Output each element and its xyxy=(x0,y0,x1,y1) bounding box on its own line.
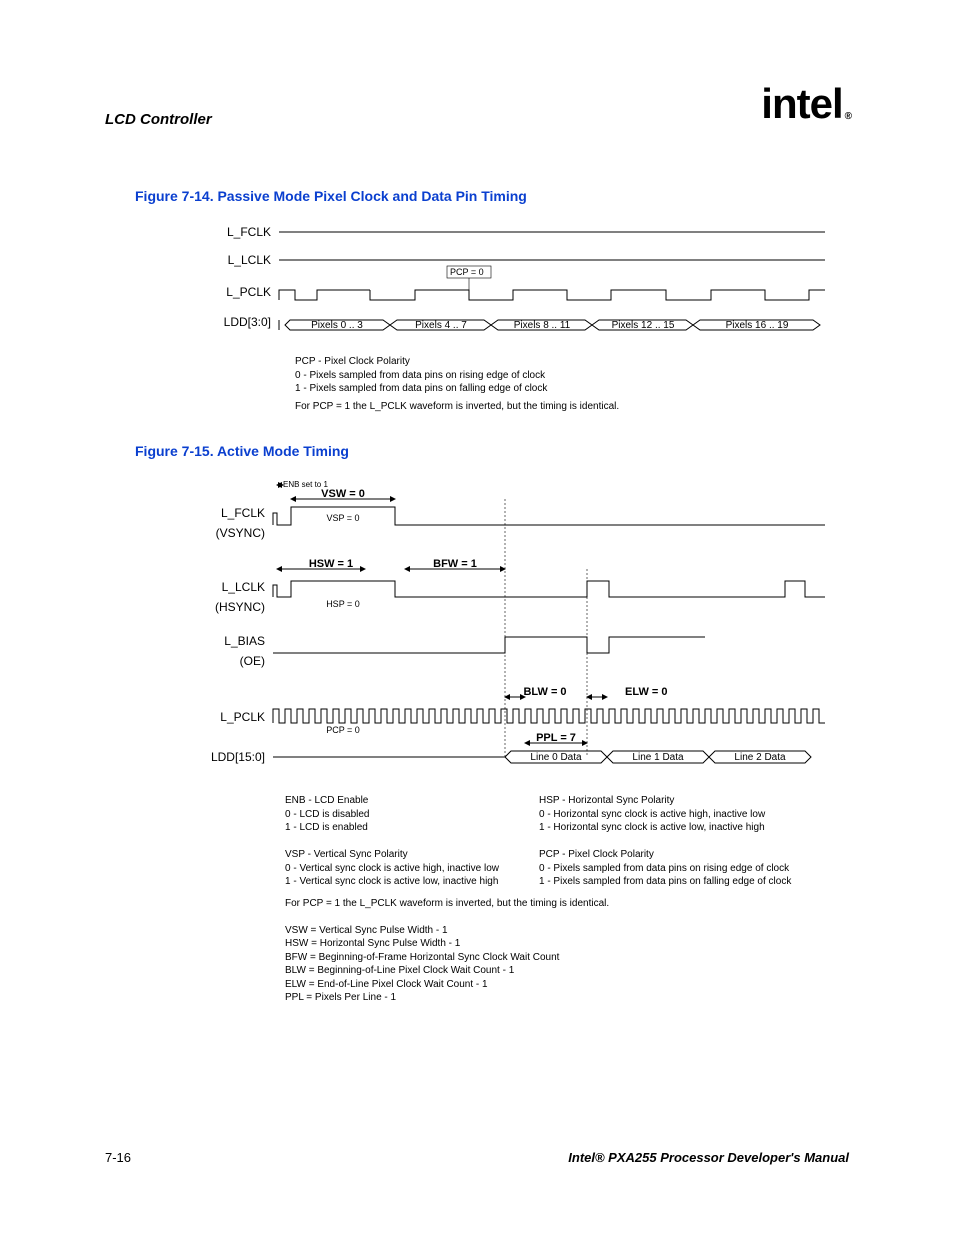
fig15-ll-0: ENB - LCD Enable xyxy=(285,794,499,808)
fig15-lr-5: 0 - Pixels sampled from data pins on ris… xyxy=(539,862,791,876)
fig15-lr-1: 0 - Horizontal sync clock is active high… xyxy=(539,808,791,822)
fig15-lr-0: HSP - Horizontal Sync Polarity xyxy=(539,794,791,808)
fig15-lb-6: ELW = End-of-Line Pixel Clock Wait Count… xyxy=(285,978,849,992)
figure-15-caption: Figure 7-15. Active Mode Timing xyxy=(135,443,849,459)
fig15-blw: BLW = 0 xyxy=(523,686,566,698)
fig15-ppl: PPL = 7 xyxy=(536,732,576,744)
fig14-legend-2: 1 - Pixels sampled from data pins on fal… xyxy=(295,382,849,396)
page-footer: 7-16 Intel® PXA255 Processor Developer's… xyxy=(105,1150,849,1165)
fig14-cell-4: Pixels 16 .. 19 xyxy=(726,320,789,331)
fig14-cell-2: Pixels 8 .. 11 xyxy=(514,320,571,331)
fig15-elw: ELW = 0 xyxy=(625,686,668,698)
fig15-legend-left-col: ENB - LCD Enable 0 - LCD is disabled 1 -… xyxy=(285,794,499,889)
fig15-vsp: VSP = 0 xyxy=(326,513,359,523)
fig15-lb-7: PPL = Pixels Per Line - 1 xyxy=(285,991,849,1005)
fig15-lb-4: BFW = Beginning-of-Frame Horizontal Sync… xyxy=(285,951,849,965)
fig15-lb-1 xyxy=(285,910,849,924)
fig15-svg: ENB set to 1 VSW = 0 L_FCLK (VSYNC) VSP … xyxy=(205,477,825,777)
fig15-legend-right-col: HSP - Horizontal Sync Polarity 0 - Horiz… xyxy=(539,794,791,889)
fig15-ll-1: 0 - LCD is disabled xyxy=(285,808,499,822)
fig15-lr-3 xyxy=(539,835,791,849)
fig14-legend-1: 0 - Pixels sampled from data pins on ris… xyxy=(295,369,849,383)
fig15-cell-2: Line 2 Data xyxy=(734,752,786,763)
fig15-hsp: HSP = 0 xyxy=(326,599,360,609)
fig15-ll-6: 1 - Vertical sync clock is active low, i… xyxy=(285,875,499,889)
fig15-cell-0: Line 0 Data xyxy=(530,752,582,763)
fig15-lb-3: HSW = Horizontal Sync Pulse Width - 1 xyxy=(285,937,849,951)
fig15-cell-1: Line 1 Data xyxy=(632,752,684,763)
fig15-fclk-label: L_FCLK xyxy=(221,506,265,520)
fig14-pclk-label: L_PCLK xyxy=(226,285,271,299)
fig15-vsw: VSW = 0 xyxy=(321,488,365,500)
fig15-ll-4: VSP - Vertical Sync Polarity xyxy=(285,848,499,862)
fig14-legend-0: PCP - Pixel Clock Polarity xyxy=(295,355,849,369)
fig15-pclk-label: L_PCLK xyxy=(220,710,265,724)
fig14-legend-3: For PCP = 1 the L_PCLK waveform is inver… xyxy=(295,400,849,414)
fig15-bfw: BFW = 1 xyxy=(433,558,477,570)
fig15-ldd-label: LDD[15:0] xyxy=(211,750,265,764)
page-header: LCD Controller intel® xyxy=(105,80,849,128)
fig14-ldd-label: LDD[3:0] xyxy=(224,315,271,329)
fig14-svg: L_FCLK L_LCLK PCP = 0 L_PCLK LDD[3:0] xyxy=(215,222,825,342)
logo-text: intel xyxy=(761,80,842,127)
fig14-cell-0: Pixels 0 .. 3 xyxy=(311,320,363,331)
fig14-fclk-label: L_FCLK xyxy=(227,225,271,239)
fig14-lclk-label: L_LCLK xyxy=(228,253,271,267)
footer-page-number: 7-16 xyxy=(105,1150,131,1165)
intel-logo: intel® xyxy=(761,80,849,128)
fig15-ll-2: 1 - LCD is enabled xyxy=(285,821,499,835)
figure-15-diagram: ENB set to 1 VSW = 0 L_FCLK (VSYNC) VSP … xyxy=(205,477,849,780)
page: LCD Controller intel® Figure 7-14. Passi… xyxy=(0,0,954,1235)
fig15-lb-5: BLW = Beginning-of-Line Pixel Clock Wait… xyxy=(285,964,849,978)
logo-registered: ® xyxy=(845,111,851,122)
figure-14-diagram: L_FCLK L_LCLK PCP = 0 L_PCLK LDD[3:0] xyxy=(215,222,849,345)
fig15-hsw: HSW = 1 xyxy=(309,558,353,570)
fig15-lr-2: 1 - Horizontal sync clock is active low,… xyxy=(539,821,791,835)
section-title: LCD Controller xyxy=(105,111,212,128)
fig14-cell-1: Pixels 4 .. 7 xyxy=(415,320,467,331)
footer-manual-title: Intel® PXA255 Processor Developer's Manu… xyxy=(568,1150,849,1165)
fig14-cell-3: Pixels 12 .. 15 xyxy=(612,320,675,331)
fig15-lclk-sub: (HSYNC) xyxy=(215,600,265,614)
fig15-lbias-sub: (OE) xyxy=(240,654,265,668)
fig15-pcp: PCP = 0 xyxy=(326,725,360,735)
fig15-lclk-label: L_LCLK xyxy=(222,580,265,594)
fig15-lr-6: 1 - Pixels sampled from data pins on fal… xyxy=(539,875,791,889)
fig15-lbias-label: L_BIAS xyxy=(224,634,265,648)
fig15-lb-0: For PCP = 1 the L_PCLK waveform is inver… xyxy=(285,897,849,911)
fig15-lr-4: PCP - Pixel Clock Polarity xyxy=(539,848,791,862)
fig15-fclk-sub: (VSYNC) xyxy=(216,526,265,540)
fig15-ll-3 xyxy=(285,835,499,849)
fig14-legend: PCP - Pixel Clock Polarity 0 - Pixels sa… xyxy=(295,355,849,413)
fig14-pcp-label: PCP = 0 xyxy=(450,267,484,277)
fig15-ll-5: 0 - Vertical sync clock is active high, … xyxy=(285,862,499,876)
fig15-lb-2: VSW = Vertical Sync Pulse Width - 1 xyxy=(285,924,849,938)
figure-14-caption: Figure 7-14. Passive Mode Pixel Clock an… xyxy=(135,188,849,204)
fig15-legend: ENB - LCD Enable 0 - LCD is disabled 1 -… xyxy=(285,794,849,1005)
